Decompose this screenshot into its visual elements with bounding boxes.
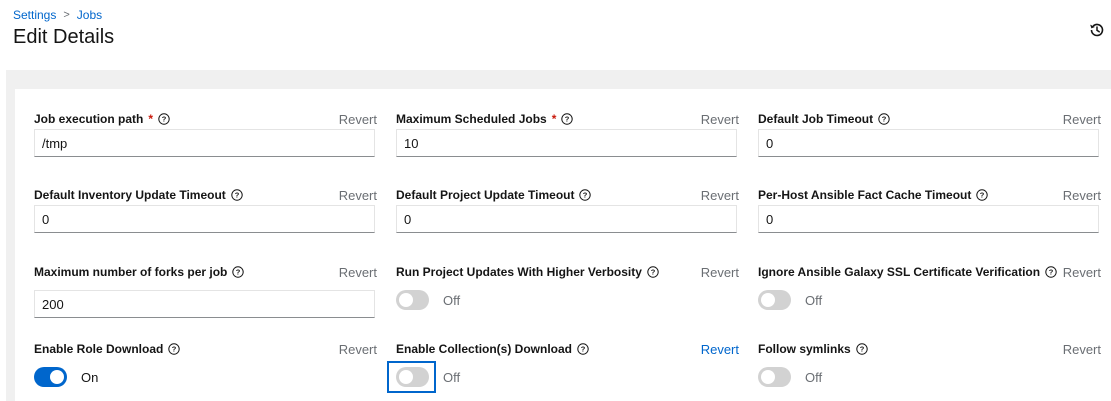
- svg-text:?: ?: [565, 115, 570, 124]
- field-default-job-timeout: Default Job Timeout ? Revert: [758, 112, 1101, 157]
- revert-button[interactable]: Revert: [1063, 265, 1101, 280]
- switch-state-label: Off: [805, 292, 823, 308]
- default-project-update-timeout-input[interactable]: [396, 205, 737, 233]
- svg-text:?: ?: [581, 345, 586, 354]
- svg-text:?: ?: [882, 115, 887, 124]
- field-label: Maximum number of forks per job: [34, 265, 228, 279]
- revert-button[interactable]: Revert: [701, 188, 739, 203]
- field-max-forks-per-job: Maximum number of forks per job ? Revert: [34, 265, 377, 318]
- galaxy-ssl-toggle-switch[interactable]: [758, 290, 791, 310]
- switch-state-label: Off: [443, 292, 461, 308]
- field-label: Enable Role Download: [34, 342, 164, 356]
- switch-state-label: Off: [805, 369, 823, 385]
- history-icon[interactable]: [1088, 21, 1106, 39]
- svg-text:?: ?: [236, 268, 241, 277]
- breadcrumb-separator: >: [63, 9, 70, 21]
- field-enable-role-download: Enable Role Download ? Revert On: [34, 342, 377, 387]
- collections-download-toggle-switch[interactable]: [387, 361, 436, 393]
- revert-button[interactable]: Revert: [1063, 342, 1101, 357]
- switch-state-label: On: [81, 369, 99, 385]
- focus-ring: [387, 361, 436, 393]
- revert-button[interactable]: Revert: [701, 265, 739, 280]
- field-default-project-update-timeout: Default Project Update Timeout ? Revert: [396, 188, 739, 233]
- role-download-toggle-switch[interactable]: [34, 367, 67, 387]
- help-icon[interactable]: ?: [561, 113, 574, 125]
- field-follow-symlinks: Follow symlinks ? Revert Off: [758, 342, 1101, 387]
- default-inventory-update-timeout-input[interactable]: [34, 205, 375, 233]
- revert-button[interactable]: Revert: [339, 342, 377, 357]
- field-default-inventory-update-timeout: Default Inventory Update Timeout ? Rever…: [34, 188, 377, 233]
- revert-button[interactable]: Revert: [339, 112, 377, 127]
- default-job-timeout-input[interactable]: [758, 129, 1099, 157]
- field-label: Run Project Updates With Higher Verbosit…: [396, 265, 642, 279]
- field-label: Follow symlinks: [758, 342, 851, 356]
- svg-text:?: ?: [859, 345, 864, 354]
- svg-text:?: ?: [980, 191, 985, 200]
- svg-text:?: ?: [235, 191, 240, 200]
- page-header: Settings > Jobs Edit Details: [0, 0, 1111, 70]
- svg-text:?: ?: [583, 191, 588, 200]
- help-icon[interactable]: ?: [579, 189, 592, 201]
- help-icon[interactable]: ?: [168, 343, 181, 355]
- max-forks-per-job-input[interactable]: [34, 290, 375, 318]
- help-icon[interactable]: ?: [856, 343, 868, 355]
- field-run-project-updates-verbosity: Run Project Updates With Higher Verbosit…: [396, 265, 739, 310]
- field-label: Default Inventory Update Timeout: [34, 188, 226, 202]
- help-icon[interactable]: ?: [577, 343, 589, 355]
- help-icon[interactable]: ?: [232, 266, 245, 278]
- field-per-host-fact-cache-timeout: Per-Host Ansible Fact Cache Timeout ? Re…: [758, 188, 1101, 233]
- field-enable-collections-download: Enable Collection(s) Download ? Revert O…: [387, 342, 739, 393]
- field-label: Maximum Scheduled Jobs: [396, 112, 547, 126]
- revert-button[interactable]: Revert: [701, 112, 739, 127]
- per-host-fact-cache-timeout-input[interactable]: [758, 205, 1099, 233]
- help-icon[interactable]: ?: [976, 189, 989, 201]
- revert-button[interactable]: Revert: [1063, 188, 1101, 203]
- page-title: Edit Details: [13, 26, 115, 48]
- svg-text:?: ?: [162, 115, 167, 124]
- follow-symlinks-toggle-switch[interactable]: [758, 367, 791, 387]
- revert-button[interactable]: Revert: [1063, 112, 1101, 127]
- verbosity-toggle-switch[interactable]: [396, 290, 429, 310]
- help-icon[interactable]: ?: [878, 113, 890, 125]
- breadcrumb: Settings > Jobs: [13, 8, 102, 22]
- help-icon[interactable]: ?: [647, 266, 659, 278]
- field-label: Default Job Timeout: [758, 112, 874, 126]
- revert-button[interactable]: Revert: [701, 342, 739, 357]
- field-ignore-galaxy-ssl-verification: Ignore Ansible Galaxy SSL Certificate Ve…: [758, 265, 1101, 310]
- field-maximum-scheduled-jobs: Maximum Scheduled Jobs * ? Revert: [396, 112, 739, 157]
- help-icon[interactable]: ?: [1045, 266, 1057, 278]
- required-asterisk: *: [551, 112, 557, 126]
- breadcrumb-jobs-link[interactable]: Jobs: [77, 8, 102, 22]
- switch-state-label: Off: [443, 369, 461, 385]
- svg-text:?: ?: [172, 345, 177, 354]
- revert-button[interactable]: Revert: [339, 188, 377, 203]
- help-icon[interactable]: ?: [158, 113, 170, 125]
- svg-text:?: ?: [651, 268, 656, 277]
- breadcrumb-settings-link[interactable]: Settings: [13, 8, 56, 22]
- field-job-execution-path: Job execution path * ? Revert: [34, 112, 377, 157]
- required-asterisk: *: [148, 112, 154, 126]
- field-label: Enable Collection(s) Download: [396, 342, 573, 356]
- job-execution-path-input[interactable]: [34, 129, 375, 157]
- maximum-scheduled-jobs-input[interactable]: [396, 129, 737, 157]
- revert-button[interactable]: Revert: [339, 265, 377, 280]
- field-label: Ignore Ansible Galaxy SSL Certificate Ve…: [758, 265, 1041, 279]
- help-icon[interactable]: ?: [231, 189, 243, 201]
- field-label: Per-Host Ansible Fact Cache Timeout: [758, 188, 972, 202]
- field-label: Job execution path: [34, 112, 144, 126]
- svg-text:?: ?: [1049, 268, 1054, 277]
- field-label: Default Project Update Timeout: [396, 188, 575, 202]
